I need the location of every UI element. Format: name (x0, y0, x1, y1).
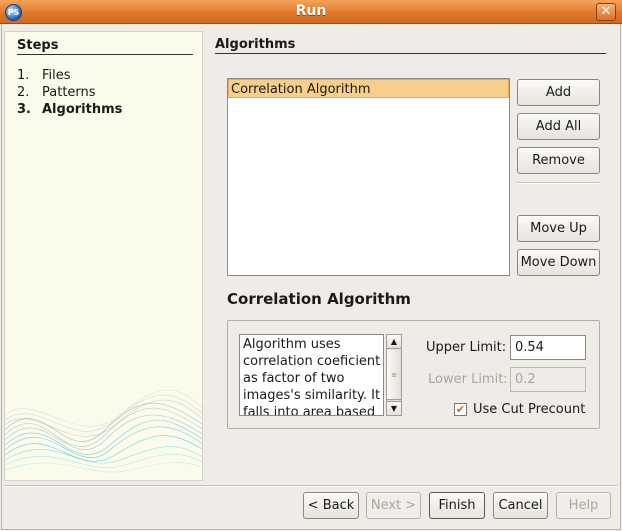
lower-limit-field[interactable] (510, 367, 586, 392)
finish-button[interactable]: Finish (429, 492, 485, 519)
move-up-button[interactable]: Move Up (517, 215, 600, 242)
add-all-button[interactable]: Add All (517, 113, 600, 140)
upper-limit-label: Upper Limit: (426, 340, 507, 355)
algorithm-section-title: Correlation Algorithm (227, 290, 411, 308)
scroll-up-icon[interactable]: ▲ (387, 335, 401, 349)
description-scrollbar[interactable]: ▲ ≡ ▼ (386, 334, 402, 416)
step-label: Patterns (42, 85, 96, 100)
step-item-algorithms: 3. Algorithms (17, 101, 122, 118)
algorithm-description[interactable]: Algorithm uses correlation coeficient as… (239, 334, 384, 416)
algorithm-list[interactable]: Correlation Algorithm (227, 78, 510, 276)
content-divider (215, 53, 606, 54)
step-item-patterns: 2. Patterns (17, 84, 122, 101)
back-button[interactable]: < Back (303, 492, 359, 519)
close-button[interactable]: ✕ (596, 3, 616, 21)
next-button[interactable]: Next > (366, 492, 421, 519)
close-icon: ✕ (600, 4, 612, 19)
step-number: 1. (17, 68, 30, 83)
title-bar: PS Run ✕ (0, 0, 622, 24)
button-separator (517, 182, 599, 184)
steps-divider (17, 54, 193, 55)
remove-button[interactable]: Remove (517, 147, 600, 174)
step-label: Algorithms (42, 102, 123, 117)
steps-pane: Steps 1. Files 2. Patterns 3. Algorithms (4, 31, 203, 481)
decorative-waves-image (5, 389, 202, 473)
scroll-thumb[interactable]: ≡ (387, 350, 401, 400)
list-item[interactable]: Correlation Algorithm (228, 79, 509, 98)
step-item-files: 1. Files (17, 67, 122, 84)
use-cut-precount-label[interactable]: Use Cut Precount (473, 402, 585, 417)
scroll-down-icon[interactable]: ▼ (387, 401, 401, 415)
step-label: Files (42, 68, 71, 83)
footer-separator (4, 485, 618, 487)
steps-list: 1. Files 2. Patterns 3. Algorithms (17, 67, 122, 118)
window-title: Run (295, 3, 327, 19)
step-number: 2. (17, 85, 30, 100)
add-button[interactable]: Add (517, 79, 600, 106)
checkmark-icon: ✔ (455, 403, 466, 416)
content-title: Algorithms (215, 37, 296, 52)
steps-title: Steps (17, 38, 59, 53)
lower-limit-label: Lower Limit: (428, 372, 508, 387)
upper-limit-field[interactable] (510, 335, 586, 360)
help-button[interactable]: Help (556, 492, 611, 519)
cancel-button[interactable]: Cancel (493, 492, 548, 519)
move-down-button[interactable]: Move Down (517, 249, 600, 276)
use-cut-precount-checkbox[interactable]: ✔ (454, 403, 467, 416)
step-number: 3. (17, 102, 31, 117)
